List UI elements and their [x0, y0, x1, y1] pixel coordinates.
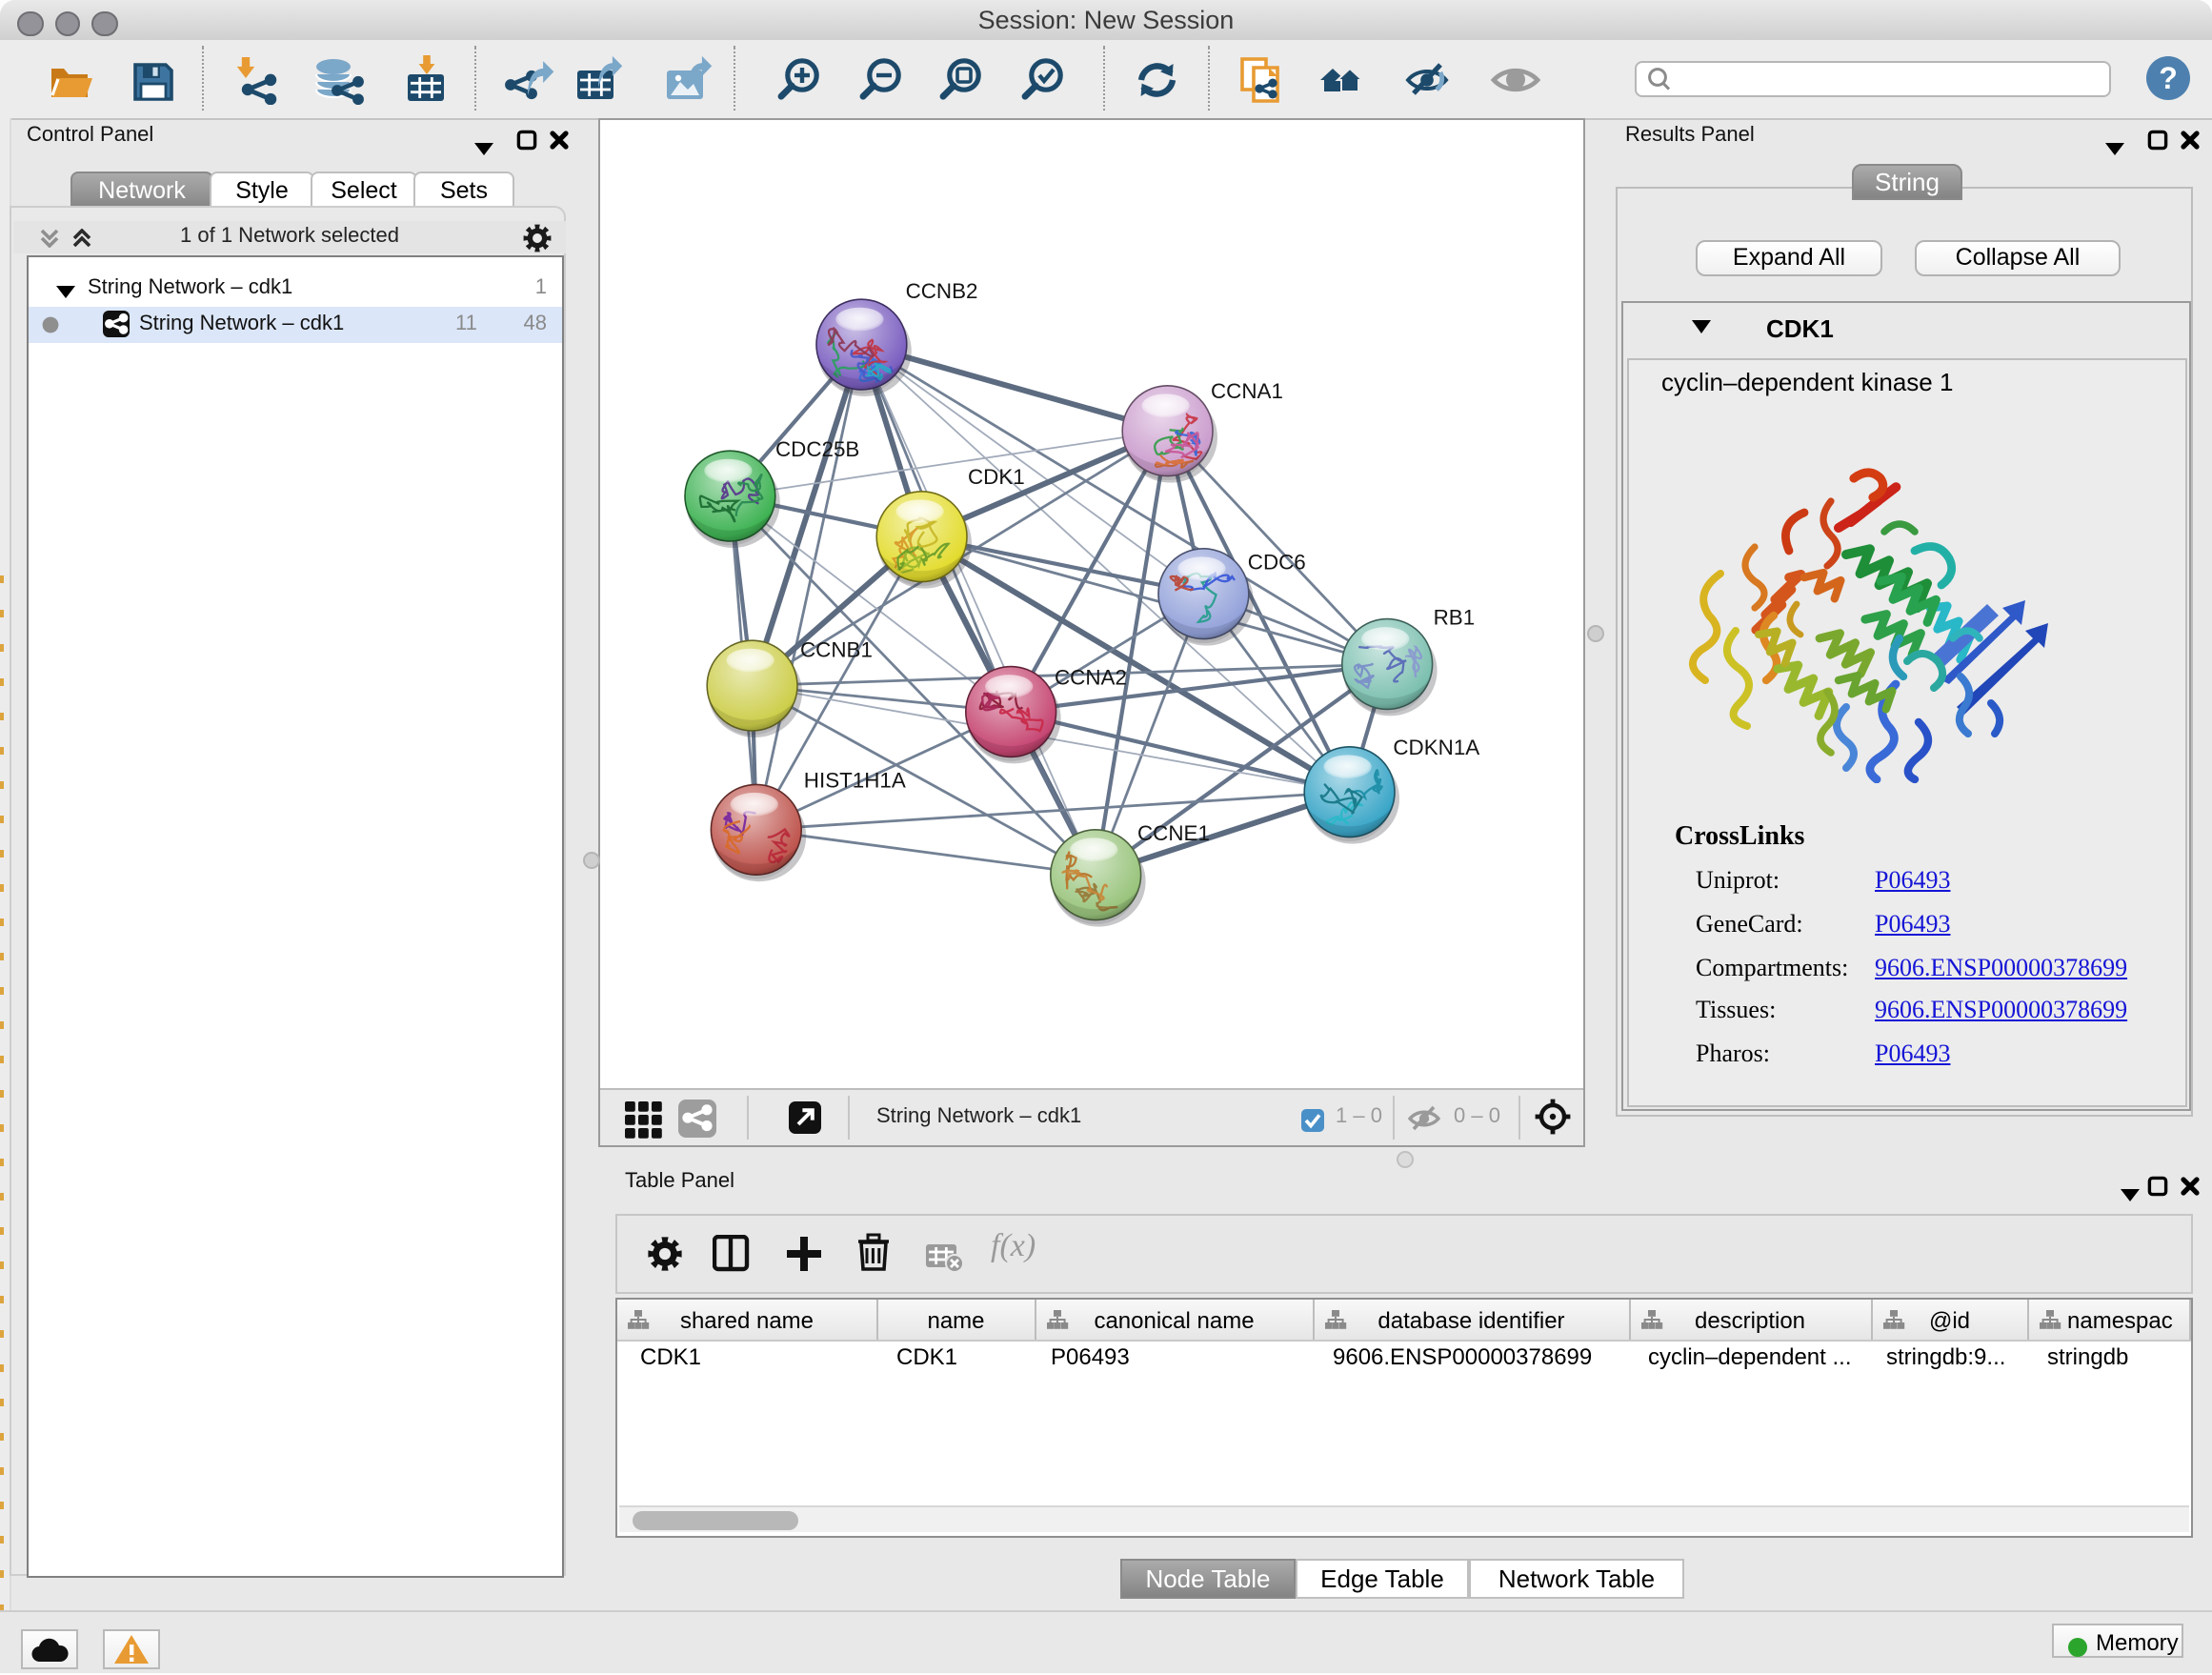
svg-text:CCNA1: CCNA1: [1211, 379, 1283, 403]
svg-text:HIST1H1A: HIST1H1A: [804, 769, 906, 793]
svg-text:CCNA2: CCNA2: [1055, 666, 1127, 690]
svg-text:RB1: RB1: [1434, 605, 1476, 629]
svg-text:CDC25B: CDC25B: [775, 437, 859, 461]
svg-text:CDKN1A: CDKN1A: [1393, 736, 1479, 759]
svg-text:CDC6: CDC6: [1248, 551, 1306, 575]
svg-text:CCNE1: CCNE1: [1137, 821, 1210, 845]
svg-text:CCNB1: CCNB1: [800, 638, 873, 662]
svg-text:?: ?: [2159, 61, 2178, 95]
svg-text:CDK1: CDK1: [968, 465, 1025, 489]
svg-text:CCNB2: CCNB2: [906, 279, 978, 303]
